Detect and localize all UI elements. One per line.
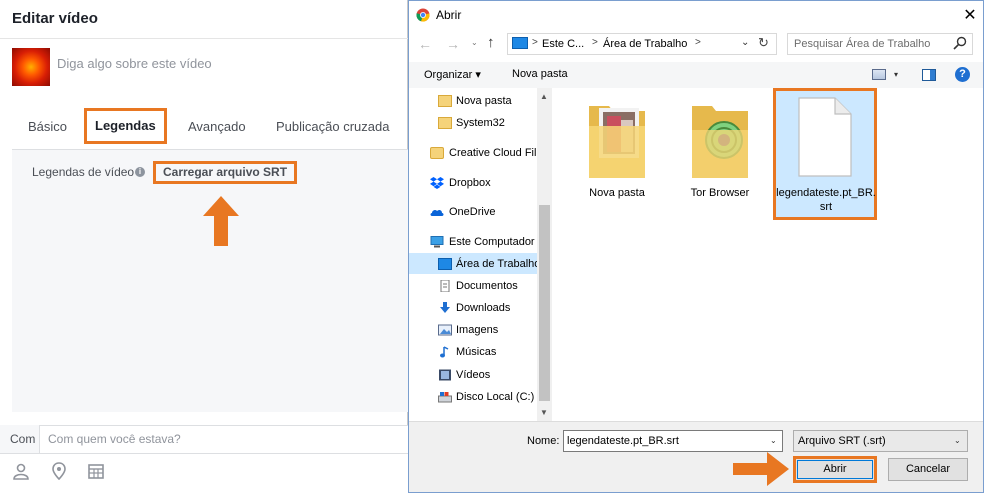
images-icon [438, 324, 452, 336]
nav-item-creative-cloud[interactable]: Creative Cloud Fil [449, 147, 536, 159]
onedrive-icon [430, 209, 444, 216]
new-folder-button[interactable]: Nova pasta [512, 68, 568, 80]
video-thumbnail [12, 48, 50, 86]
preview-pane-icon[interactable] [922, 69, 936, 81]
video-description-input[interactable]: Diga algo sobre este vídeo [57, 56, 212, 71]
captions-label: Legendas de vídeo [32, 165, 135, 179]
nav-item-musicas[interactable]: Músicas [456, 346, 496, 358]
local-disk-icon [438, 392, 452, 403]
breadcrumb-separator[interactable]: > [695, 37, 701, 48]
arrow-up-icon [203, 196, 239, 246]
creative-cloud-icon [430, 147, 444, 159]
nav-item-disco-local[interactable]: Disco Local (C:) [456, 391, 534, 403]
file-name-label: Nome: [527, 435, 560, 447]
title-divider [0, 38, 408, 39]
tab-legendas[interactable]: Legendas [84, 108, 167, 144]
arrow-right-icon [733, 452, 789, 486]
forward-arrow-icon[interactable]: → [446, 36, 460, 52]
open-button[interactable]: Abrir [793, 456, 877, 483]
breadcrumb-area-de-trabalho[interactable]: Área de Trabalho [603, 38, 687, 50]
nav-item-downloads[interactable]: Downloads [456, 302, 510, 314]
nav-scrollbar-thumb[interactable] [539, 205, 550, 401]
breadcrumb-este-computador[interactable]: Este C... [542, 38, 584, 50]
music-icon [440, 346, 449, 358]
help-icon[interactable]: ? [955, 67, 970, 82]
view-dropdown-icon[interactable]: ▾ [894, 70, 898, 79]
folder-icon [438, 95, 452, 107]
dialog-titlebar[interactable] [409, 1, 983, 29]
folder-icon [438, 117, 452, 129]
edit-video-title: Editar vídeo [12, 10, 98, 27]
refresh-icon[interactable]: ↻ [758, 35, 769, 51]
search-placeholder: Pesquisar Área de Trabalho [794, 38, 931, 50]
videos-icon [439, 369, 451, 381]
nav-item-videos[interactable]: Vídeos [456, 369, 490, 381]
folder-with-photo-icon[interactable] [587, 100, 647, 182]
captions-content-area [12, 150, 408, 412]
breadcrumb-separator[interactable]: > [532, 37, 538, 48]
documents-icon [440, 280, 450, 292]
view-options-icon[interactable] [872, 69, 886, 80]
file-tor-browser-label[interactable]: Tor Browser [670, 187, 770, 199]
nav-item-nova-pasta[interactable]: Nova pasta [456, 95, 512, 107]
chrome-icon [416, 8, 430, 22]
organize-menu[interactable]: Organizar ▾ [424, 68, 481, 81]
nav-item-dropbox[interactable]: Dropbox [449, 177, 491, 189]
back-arrow-icon[interactable]: ← [418, 36, 432, 52]
cancel-button[interactable]: Cancelar [888, 458, 968, 481]
tag-person-icon[interactable] [12, 462, 30, 480]
file-srt-label[interactable]: legendateste.pt_BR.srt [776, 186, 876, 214]
downloads-icon [440, 302, 450, 313]
nav-item-onedrive[interactable]: OneDrive [449, 206, 495, 218]
file-type-dropdown-icon[interactable]: ⌄ [954, 436, 961, 445]
nav-item-documentos[interactable]: Documentos [456, 280, 518, 292]
file-name-dropdown-icon[interactable]: ⌄ [770, 436, 777, 445]
scroll-down-icon[interactable]: ▼ [540, 408, 548, 417]
dialog-title: Abrir [436, 8, 462, 22]
file-type-select[interactable]: Arquivo SRT (.srt) [793, 430, 968, 452]
close-icon[interactable]: ✕ [962, 5, 978, 25]
computer-icon [512, 37, 528, 49]
breadcrumb-separator[interactable]: > [592, 37, 598, 48]
file-name-input[interactable]: legendateste.pt_BR.srt [563, 430, 783, 452]
scroll-up-icon[interactable]: ▲ [540, 92, 548, 101]
screenshot-root: Editar vídeo Diga algo sobre este vídeo … [0, 0, 984, 493]
upload-srt-button[interactable]: Carregar arquivo SRT [153, 161, 298, 184]
tab-publicacao-cruzada[interactable]: Publicação cruzada [276, 113, 389, 141]
calendar-grid-icon[interactable] [87, 462, 105, 480]
recent-locations-icon[interactable]: ⌄ [471, 38, 478, 47]
nav-item-area-de-trabalho[interactable]: Área de Trabalho [456, 258, 540, 270]
desktop-icon [438, 258, 452, 270]
folder-tor-icon[interactable] [690, 100, 750, 182]
nav-item-system32[interactable]: System32 [456, 117, 505, 129]
nav-item-este-computador[interactable]: Este Computador [449, 236, 535, 248]
computer-icon [430, 236, 444, 248]
up-arrow-icon[interactable]: ↑ [487, 34, 495, 51]
location-pin-icon[interactable] [50, 462, 68, 480]
tab-basico[interactable]: Básico [28, 113, 67, 141]
tab-avancado[interactable]: Avançado [188, 113, 246, 141]
blank-file-icon[interactable] [797, 96, 853, 178]
with-prefix: Com [0, 425, 40, 453]
file-nova-pasta-label[interactable]: Nova pasta [567, 187, 667, 199]
info-icon[interactable]: i [135, 167, 145, 177]
with-who-input[interactable]: Com quem você estava? [48, 432, 181, 446]
nav-item-imagens[interactable]: Imagens [456, 324, 498, 336]
search-icon[interactable] [953, 36, 967, 50]
address-dropdown-icon[interactable]: ⌄ [741, 37, 749, 48]
dropbox-icon [430, 177, 444, 189]
